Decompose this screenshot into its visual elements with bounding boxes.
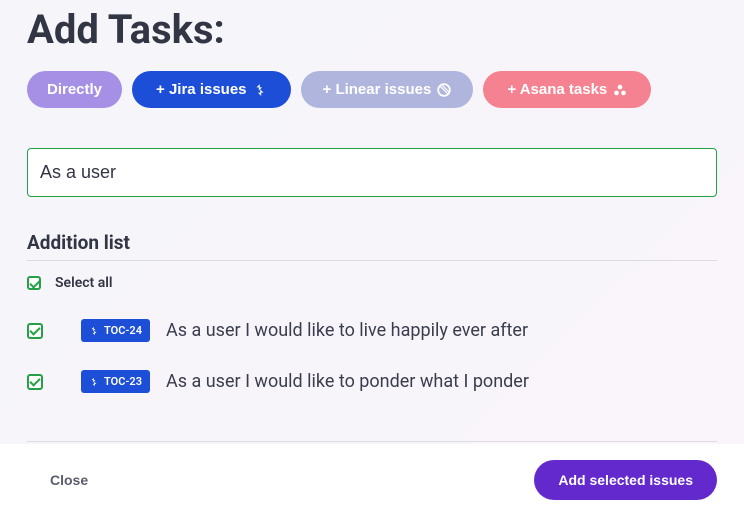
select-all-checkbox[interactable]: [27, 276, 41, 290]
asana-icon: [613, 83, 627, 97]
page-title: Add Tasks:: [27, 6, 717, 53]
footer: Close Add selected issues: [0, 444, 744, 516]
issue-badge[interactable]: TOC-23: [81, 370, 150, 393]
issue-checkbox[interactable]: [27, 323, 43, 339]
list-heading: Addition list: [27, 231, 717, 254]
divider: [27, 260, 717, 261]
footer-divider: [27, 441, 717, 442]
add-selected-button[interactable]: Add selected issues: [534, 460, 717, 500]
issue-key: TOC-23: [104, 375, 142, 388]
select-all-label: Select all: [55, 275, 113, 291]
close-button[interactable]: Close: [50, 472, 88, 488]
tab-asana-label: + Asana tasks: [507, 81, 607, 98]
list-item: TOC-23 As a user I would like to ponder …: [27, 370, 717, 393]
source-tabs: Directly + Jira issues + Linear issues +…: [27, 71, 717, 108]
issue-checkbox[interactable]: [27, 374, 43, 390]
tab-jira[interactable]: + Jira issues: [132, 71, 290, 108]
list-item: TOC-24 As a user I would like to live ha…: [27, 319, 717, 342]
tab-asana[interactable]: + Asana tasks: [483, 71, 651, 108]
select-all-row: Select all: [27, 275, 717, 291]
linear-icon: [437, 83, 451, 97]
jira-icon: [253, 83, 267, 97]
tab-directly[interactable]: Directly: [27, 71, 122, 108]
tab-linear[interactable]: + Linear issues: [301, 71, 474, 108]
tab-jira-label: + Jira issues: [156, 81, 246, 98]
search-input[interactable]: [27, 148, 717, 197]
issue-title: As a user I would like to ponder what I …: [166, 371, 529, 392]
jira-icon: [89, 377, 99, 387]
issue-key: TOC-24: [104, 324, 142, 337]
tab-directly-label: Directly: [47, 81, 102, 98]
issue-badge[interactable]: TOC-24: [81, 319, 150, 342]
jira-icon: [89, 326, 99, 336]
tab-linear-label: + Linear issues: [323, 81, 432, 98]
issue-title: As a user I would like to live happily e…: [166, 320, 528, 341]
